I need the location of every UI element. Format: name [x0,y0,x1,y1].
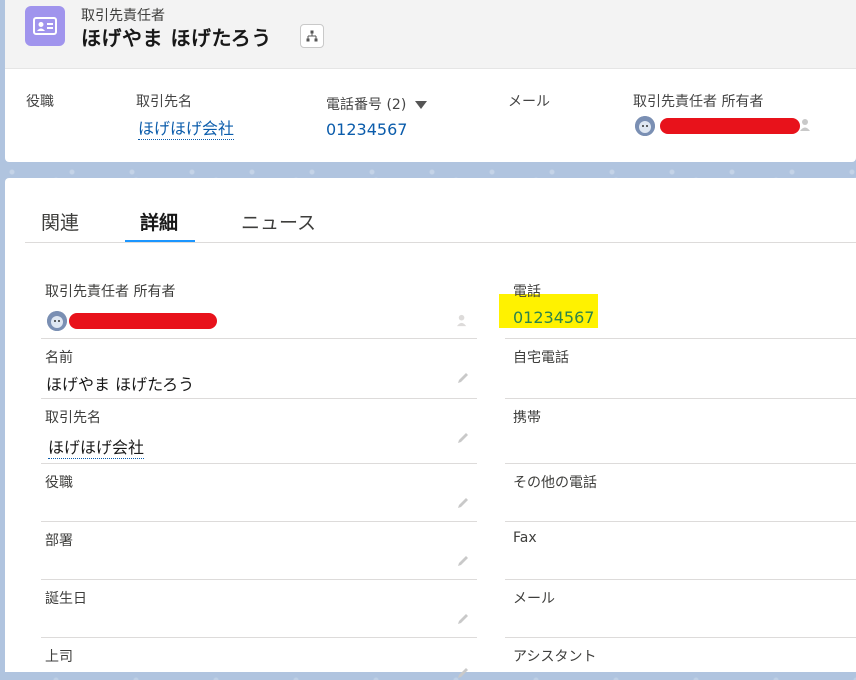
field-divider [505,463,856,464]
edit-title-pencil-icon[interactable] [456,496,470,510]
field-label-name: 名前 [45,350,73,366]
owner-name-redacted[interactable] [660,118,800,134]
tab-related[interactable]: 関連 [41,208,79,235]
highlight-title-label: 役職 [26,94,54,110]
field-divider [41,637,477,638]
field-divider [41,338,477,339]
tab-news[interactable]: ニュース [241,208,316,235]
detail-card: 関連 詳細 ニュース 取引先責任者 所有者 名前 ほげやま ほげたろう 取引先名… [5,178,856,678]
field-label-department: 部署 [45,533,73,549]
record-header-top: 取引先責任者 ほげやま ほげたろう [5,0,856,69]
field-divider [505,579,856,580]
owner-avatar[interactable] [47,311,67,331]
highlight-phone-label[interactable]: 電話番号 (2) [326,94,427,114]
field-label-mobile: 携帯 [513,410,541,426]
highlight-account-link[interactable]: ほげほげ会社 [138,115,235,140]
edit-department-pencil-icon[interactable] [456,554,470,568]
field-divider [505,521,856,522]
field-divider [41,398,477,399]
field-label-birthday: 誕生日 [45,591,87,607]
field-divider [41,463,477,464]
change-owner-icon[interactable] [456,314,469,327]
field-label-phone: 電話 [513,284,541,300]
field-divider [41,521,477,522]
edit-account-pencil-icon[interactable] [456,431,470,445]
field-label-assistant: アシスタント [513,649,597,665]
field-value-account-link[interactable]: ほげほげ会社 [48,434,145,459]
contact-icon [25,6,65,46]
hierarchy-button[interactable] [300,24,324,48]
chevron-down-icon[interactable] [414,101,427,109]
field-label-email: メール [513,591,555,607]
field-divider [505,338,856,339]
field-divider [505,398,856,399]
field-label-title: 役職 [45,475,73,491]
field-label-other-phone: その他の電話 [513,475,597,491]
hierarchy-icon [306,30,318,42]
field-label-account: 取引先名 [45,410,101,426]
field-label-fax: Fax [513,530,537,546]
tab-details[interactable]: 詳細 [140,208,178,235]
edit-birthday-pencil-icon[interactable] [456,612,470,626]
highlight-account-label: 取引先名 [136,94,192,110]
field-divider [41,579,477,580]
page-title: ほげやま ほげたろう [81,26,272,50]
highlight-email-label: メール [508,94,550,110]
tabs-divider [25,242,856,243]
highlight-phone-link[interactable]: 01234567 [326,120,407,139]
edit-reports-to-pencil-icon[interactable] [456,666,470,680]
highlight-owner-label: 取引先責任者 所有者 [633,94,764,110]
owner-avatar[interactable] [635,116,655,136]
field-value-name: ほげやま ほげたろう [46,375,195,394]
change-owner-icon[interactable] [799,118,813,132]
owner-name-redacted[interactable] [69,313,217,329]
field-value-phone-link[interactable]: 01234567 [513,308,594,327]
record-header: 取引先責任者 ほげやま ほげたろう 役職 取引先名 ほげほげ会社 電話番号 (2… [5,0,856,162]
field-label-reports-to: 上司 [45,649,73,665]
field-label-home-phone: 自宅電話 [513,350,569,366]
field-divider [505,637,856,638]
edit-name-pencil-icon[interactable] [456,371,470,385]
field-label-owner: 取引先責任者 所有者 [45,284,176,300]
